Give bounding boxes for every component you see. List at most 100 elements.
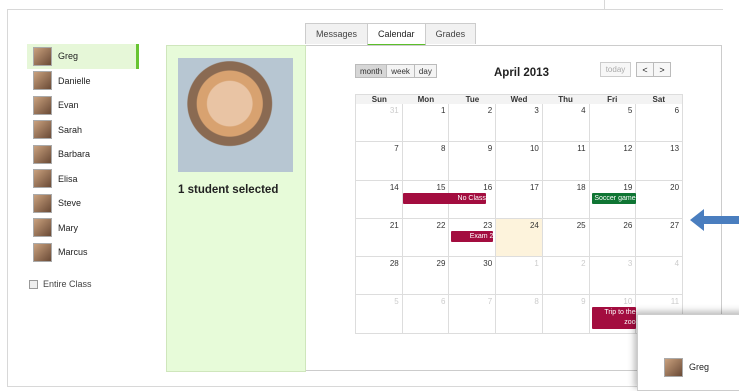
student-popup: Greg [637, 314, 739, 391]
day-cell[interactable]: 22 [402, 218, 450, 258]
day-cell[interactable]: 3 [496, 104, 543, 143]
day-cell[interactable]: 10 [496, 142, 543, 181]
week-row: 21 22 23 Exam 2 24 25 26 27 [355, 218, 684, 258]
day-cell[interactable]: 25 [542, 218, 590, 258]
day-cell[interactable]: 14 [355, 180, 403, 219]
entire-class-label: Entire Class [43, 279, 92, 289]
next-month-button[interactable]: > [653, 62, 671, 77]
student-mary[interactable]: Mary [27, 216, 139, 241]
weekday-label: Thu [558, 95, 573, 104]
student-name: Barbara [58, 149, 91, 160]
day-number: 7 [394, 144, 399, 154]
student-barbara[interactable]: Barbara [27, 142, 139, 167]
day-cell[interactable]: 18 [542, 180, 590, 219]
tab-bar: Messages Calendar Grades [305, 23, 477, 46]
student-name: Mary [58, 222, 78, 233]
day-cell[interactable]: 7 [355, 142, 403, 181]
weekday-label: Mon [417, 95, 435, 104]
day-cell[interactable]: 1 [496, 257, 543, 296]
day-cell[interactable]: 2 [542, 257, 590, 296]
student-name: Danielle [58, 75, 91, 86]
day-cell-today[interactable]: 24 [496, 218, 543, 258]
day-number: 20 [670, 182, 680, 192]
day-cell[interactable]: 29 [402, 257, 450, 296]
popup-student-greg[interactable]: Greg [658, 355, 709, 380]
student-steve[interactable]: Steve [27, 191, 139, 216]
day-cell[interactable]: 8 [402, 142, 450, 181]
week-row: 7 8 9 10 11 12 13 [355, 142, 684, 181]
prev-month-button[interactable]: < [636, 62, 654, 77]
day-number: 27 [670, 220, 680, 230]
day-cell[interactable]: 20 [636, 180, 684, 219]
day-cell[interactable]: 16 [449, 180, 497, 219]
event-soccer-game[interactable]: Soccer game [591, 192, 636, 204]
student-name: Evan [58, 100, 79, 111]
day-cell[interactable]: 27 [636, 218, 684, 258]
day-cell[interactable]: 23 Exam 2 [449, 218, 497, 258]
event-trip-zoo[interactable]: Trip to the zoo [591, 307, 636, 330]
day-cell[interactable]: 9 [449, 142, 497, 181]
tab-calendar[interactable]: Calendar [367, 23, 426, 46]
tab-grades[interactable]: Grades [424, 23, 477, 44]
day-cell[interactable]: 1 [402, 104, 450, 143]
student-sarah[interactable]: Sarah [27, 118, 139, 143]
student-danielle[interactable]: Danielle [27, 69, 139, 94]
day-cell[interactable]: 9 [542, 295, 590, 334]
avatar [33, 169, 52, 189]
student-greg[interactable]: Greg [27, 44, 139, 69]
day-number: 25 [576, 220, 586, 230]
day-number: 16 [483, 182, 493, 192]
day-number: 5 [627, 106, 633, 115]
day-number: 10 [623, 297, 633, 307]
day-number: 28 [389, 259, 399, 269]
tab-messages[interactable]: Messages [305, 23, 369, 44]
day-number: 15 [436, 182, 446, 192]
day-cell[interactable]: 13 [636, 142, 684, 181]
avatar [33, 242, 52, 262]
day-cell[interactable]: 4 [636, 257, 684, 296]
student-marcus[interactable]: Marcus [27, 240, 139, 265]
day-cell[interactable]: 6 [636, 104, 684, 143]
day-cell[interactable]: 4 [542, 104, 590, 143]
day-cell[interactable]: 17 [496, 180, 543, 219]
day-cell[interactable]: 31 [355, 104, 403, 143]
student-evan[interactable]: Evan [27, 93, 139, 118]
day-number: 19 [623, 182, 633, 192]
selected-count: 1 student selected [178, 184, 279, 196]
weekday-label: Sun [371, 95, 387, 104]
student-photo [178, 58, 293, 172]
avatar [33, 95, 52, 115]
view-week-button[interactable]: week [386, 64, 415, 78]
view-month-button[interactable]: month [355, 64, 388, 78]
day-cell[interactable]: 11 [542, 142, 590, 181]
day-cell[interactable]: 28 [355, 257, 403, 296]
weekday-label: Wed [510, 95, 528, 104]
day-number: 9 [487, 144, 493, 154]
day-number: 17 [529, 182, 539, 192]
entire-class-checkbox[interactable] [29, 279, 38, 289]
day-cell[interactable]: 10 Trip to the zoo [589, 295, 637, 334]
day-cell[interactable]: 5 [355, 295, 403, 334]
day-cell[interactable]: 19 Soccer game [589, 180, 637, 219]
student-name: Greg [58, 51, 79, 62]
day-cell[interactable]: 26 [589, 218, 637, 258]
day-cell[interactable]: 2 [449, 104, 497, 143]
view-day-button[interactable]: day [413, 64, 437, 78]
day-cell[interactable]: 6 [402, 295, 450, 334]
day-cell[interactable]: 15 No Class [402, 180, 486, 219]
student-elisa[interactable]: Elisa [27, 167, 139, 192]
day-cell[interactable]: 12 [589, 142, 637, 181]
entire-class-toggle[interactable]: Entire Class [29, 279, 92, 289]
day-number: 26 [623, 220, 633, 230]
day-cell[interactable]: 7 [449, 295, 497, 334]
today-button[interactable]: today [600, 62, 631, 77]
day-number: 1 [440, 106, 446, 115]
day-cell[interactable]: 5 [589, 104, 637, 143]
day-cell[interactable]: 21 [355, 218, 403, 258]
day-number: 2 [487, 106, 493, 115]
day-cell[interactable]: 3 [589, 257, 637, 296]
day-number: 10 [529, 144, 539, 154]
event-exam[interactable]: Exam 2 [451, 230, 494, 242]
day-cell[interactable]: 30 [449, 257, 497, 296]
day-cell[interactable]: 8 [496, 295, 543, 334]
